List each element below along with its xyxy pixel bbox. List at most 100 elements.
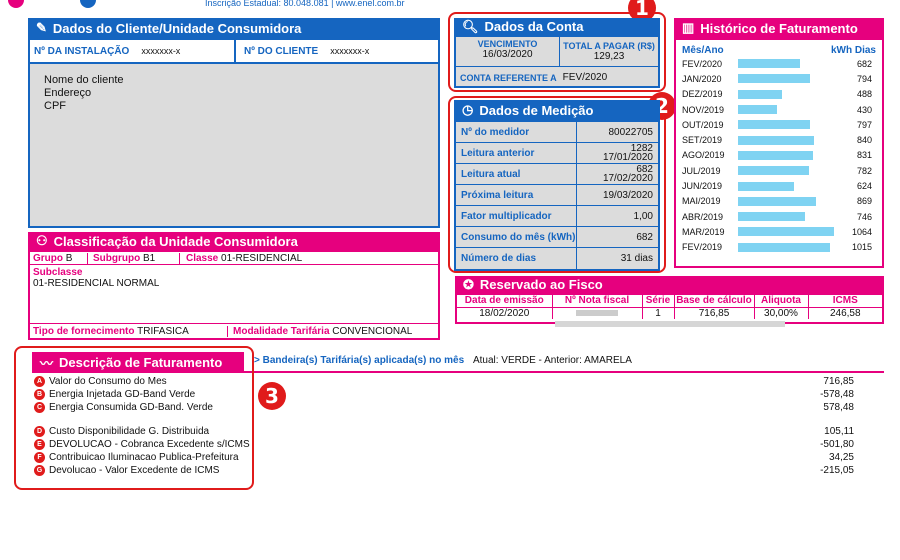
faturamento-item: E DEVOLUCAO - Cobranca Excedente s/ICMS -5… — [34, 438, 854, 451]
historico-bar — [738, 135, 814, 145]
historico-row: MAI/2019 869 — [682, 194, 876, 209]
historico-row: DEZ/2019 488 — [682, 87, 876, 102]
conta-section: 🔍︎ Dados da Conta VENCIMENTO 16/03/2020 … — [454, 18, 660, 88]
historico-bar — [738, 166, 809, 176]
grupo-label: Grupo — [33, 252, 63, 264]
historico-bar — [738, 120, 810, 130]
historico-mes: FEV/2020 — [682, 58, 723, 69]
historico-mes: DEZ/2019 — [682, 89, 723, 100]
faturamento-desc: Energia Injetada GD-Band Verde — [49, 389, 196, 400]
fisco-h-serie: Série — [641, 295, 674, 307]
historico-kwh: 746 — [856, 211, 872, 222]
faturamento-desc: Contribuicao Iluminacao Publica-Prefeitu… — [49, 452, 239, 463]
faturamento-value: -578,48 — [820, 389, 854, 400]
modalidade-value: CONVENCIONAL — [332, 325, 413, 337]
fator-label: Fator multiplicador — [461, 210, 552, 222]
consumo-value: 682 — [576, 227, 658, 247]
fornecimento-label: Tipo de fornecimento — [33, 325, 135, 337]
fisco-h-icms: ICMS — [807, 295, 882, 307]
fisco-header: ✪ Reservado ao Fisco — [455, 276, 884, 293]
col-mes: Mês/Ano — [682, 44, 724, 56]
historico-bar — [738, 150, 813, 160]
historico-kwh: 1064 — [851, 226, 872, 237]
leitura-anterior-date: 17/01/2020 — [602, 152, 653, 163]
historico-row: NOV/2019 430 — [682, 102, 876, 117]
fisco-v-data: 18/02/2020 — [457, 306, 552, 319]
historico-bar-track — [738, 135, 834, 145]
historico-bar-track — [738, 196, 834, 206]
historico-row: OUT/2019 797 — [682, 117, 876, 132]
classe-value: 01-RESIDENCIAL — [221, 252, 303, 264]
historico-row: AGO/2019 831 — [682, 148, 876, 163]
fisco-h-base: Base de cálculo — [673, 295, 754, 307]
pencil-icon: ✎ — [36, 20, 47, 35]
proxima-leitura-label: Próxima leitura — [461, 189, 534, 201]
chevron-right-icon: > — [254, 355, 260, 366]
subgrupo-label: Subgrupo — [93, 252, 141, 264]
faturamento-value: 34,25 — [828, 452, 854, 463]
historico-kwh: 430 — [856, 104, 872, 115]
historico-kwh: 794 — [856, 73, 872, 84]
historico-bar-track — [738, 242, 834, 252]
medidor-value: 80022705 — [576, 122, 658, 142]
referente-value: FEV/2020 — [562, 72, 608, 83]
fisco-v-serie: 1 — [641, 306, 674, 319]
leitura-anterior-label: Leitura anterior — [461, 147, 535, 159]
col-kwh: kWh Dias — [830, 44, 876, 56]
fisco-v-aliquota: 30,00% — [753, 306, 808, 319]
medidor-label: Nº do medidor — [461, 126, 530, 138]
medicao-section: ◷ Dados de Medição Nº do medidor 80022705… — [454, 100, 660, 271]
faturamento-desc: Devolucao - Valor Excedente de ICMS — [49, 465, 220, 476]
dias-label: Número de dias — [461, 253, 537, 264]
classificacao-title: Classificação da Unidade Consumidora — [53, 233, 298, 249]
historico-mes: OUT/2019 — [682, 119, 724, 130]
person-icon: ⚇ — [36, 233, 48, 248]
cliente-title: Dados do Cliente/Unidade Consumidora — [52, 20, 302, 36]
historico-bar — [738, 196, 817, 206]
faturamento-item: D Custo Disponibilidade G. Distribuida 105… — [34, 425, 854, 438]
bar-chart-icon: ▥ — [682, 20, 695, 35]
historico-bar-track — [738, 120, 834, 130]
faturamento-desc: DEVOLUCAO - Cobranca Excedente s/ICMS — [49, 439, 250, 450]
letter-badge: D — [34, 426, 45, 437]
faturamento-value: -215,05 — [820, 465, 854, 476]
historico-kwh: 840 — [856, 135, 872, 146]
historico-kwh: 797 — [856, 119, 872, 130]
historico-mes: NOV/2019 — [682, 104, 725, 115]
faturamento-items-group-b: D Custo Disponibilidade G. Distribuida 105… — [34, 425, 854, 477]
dias-value: 31 dias — [576, 248, 658, 269]
vencimento-value: 16/03/2020 — [482, 49, 533, 60]
historico-bar-track — [738, 150, 834, 160]
referente-label: CONTA REFERENTE A — [460, 72, 557, 83]
fisco-h-aliquota: Aliquota — [753, 295, 808, 307]
proxima-leitura-value: 19/03/2020 — [576, 185, 658, 205]
historico-bar — [738, 74, 810, 84]
clock-icon: ◷ — [462, 102, 474, 117]
medicao-header: ◷ Dados de Medição — [454, 100, 660, 120]
historico-mes: FEV/2019 — [682, 242, 723, 253]
grupo-value: B — [65, 252, 73, 264]
subclasse-value: 01-RESIDENCIAL NORMAL — [33, 278, 160, 289]
classe-label: Classe — [186, 252, 219, 264]
fisco-h-data: Data de emissão — [464, 295, 544, 307]
total-value: 129,23 — [593, 51, 625, 62]
historico-bar-track — [738, 105, 834, 115]
historico-mes: MAR/2019 — [682, 226, 725, 237]
faturamento-item: F Contribuicao Iluminacao Publica-Prefeit… — [34, 451, 854, 464]
historico-bar-track — [738, 166, 834, 176]
faturamento-value: 105,11 — [824, 426, 854, 437]
cliente-label: Nº DO CLIENTE — [244, 45, 319, 57]
redacted-bar — [576, 309, 618, 316]
cliente-cpf: CPF — [44, 100, 66, 112]
faturamento-value: 716,85 — [823, 376, 854, 387]
instalacao-label: Nº DA INSTALAÇÃO — [34, 45, 130, 57]
subclasse-label: Subclasse — [33, 267, 83, 278]
total-label: TOTAL A PAGAR (R$) — [563, 41, 655, 51]
letter-badge: B — [34, 389, 45, 400]
fator-value: 1,00 — [576, 206, 658, 226]
subgrupo-value: B1 — [143, 252, 156, 264]
historico-row: JUN/2019 624 — [682, 178, 876, 193]
historico-bar-track — [738, 181, 834, 191]
seal-icon: ✪ — [463, 276, 474, 292]
historico-bar — [738, 242, 830, 252]
